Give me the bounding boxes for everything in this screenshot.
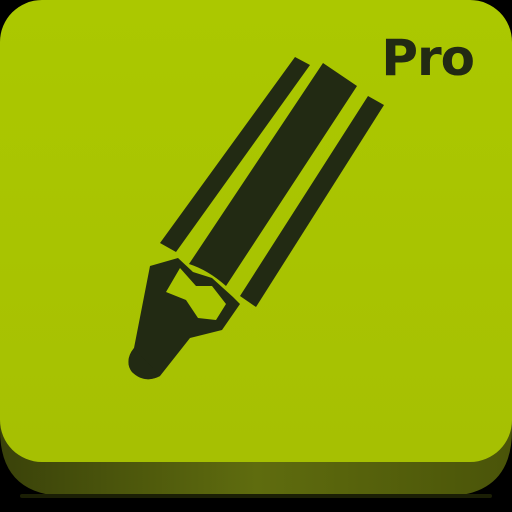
pro-badge-label: Pro: [381, 29, 475, 87]
tile-shadow: [20, 494, 492, 498]
app-icon[interactable]: Pro: [0, 0, 512, 512]
